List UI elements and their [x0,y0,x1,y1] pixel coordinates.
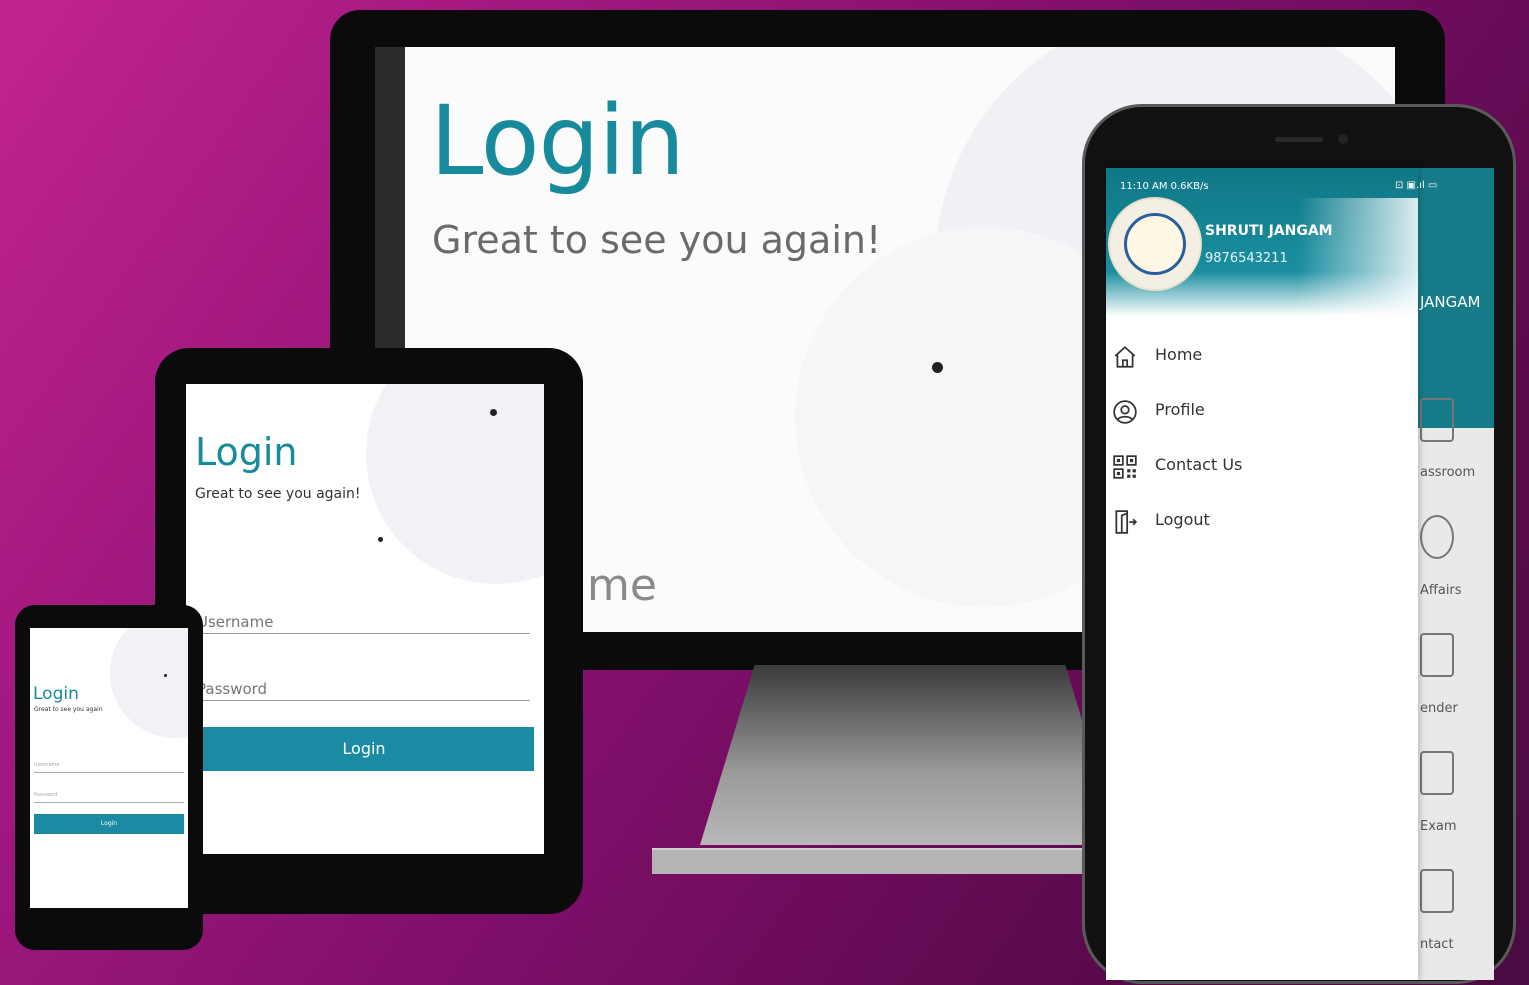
menu-item-logout[interactable]: Logout [1110,501,1410,541]
qr-code-icon [1113,455,1137,479]
menu-item-label: Home [1155,345,1203,364]
logout-icon [1115,510,1138,534]
phone-camera [1338,134,1348,144]
profile-icon [1113,400,1137,424]
menu-item-contact-us[interactable]: Contact Us [1110,446,1410,486]
decorative-dot [490,409,497,416]
menu-item-label: Profile [1155,400,1205,419]
calendar-icon [1420,633,1454,677]
tablet-password-input[interactable] [197,678,530,701]
status-bar-icons: ⊡ ▣.ıl ▭ [1395,180,1438,191]
tablet-login-button[interactable]: Login [194,727,534,771]
desktop-login-subtitle: Great to see you again! [432,218,882,262]
background-shape [366,384,544,584]
monitor-stand [700,665,1120,845]
background-app-item: assroom [1420,465,1476,480]
contact-icon [1420,869,1454,913]
background-app-item: ntact [1420,937,1454,952]
tablet-login-title: Login [195,430,298,474]
background-app-item: Exam [1420,819,1457,834]
desktop-login-title: Login [430,85,685,197]
small-phone-password-input[interactable]: Password [34,792,184,803]
tablet-login-subtitle: Great to see you again! [195,486,361,502]
current-affairs-icon [1420,515,1454,559]
menu-item-label: Logout [1155,510,1210,529]
menu-item-label: Contact Us [1155,455,1243,474]
decorative-dot [164,674,167,677]
background-app-item: Affairs [1420,583,1462,598]
menu-item-profile[interactable]: Profile [1110,391,1410,431]
small-phone-username-input[interactable]: Username [34,762,184,773]
small-phone-login-subtitle: Great to see you again [34,706,103,713]
logo-icon [1124,213,1186,275]
small-phone-login-title: Login [33,684,79,704]
small-phone-login-button[interactable]: Login [34,814,184,834]
background-app-item: ender [1420,701,1458,716]
background-app-name: JANGAM [1420,293,1481,311]
home-icon [1114,346,1136,368]
user-phone: 9876543211 [1205,251,1288,266]
user-name: SHRUTI JANGAM [1205,223,1333,239]
tablet-username-input[interactable] [197,611,530,634]
status-bar-time: 11:10 AM 0.6KB/s [1120,181,1209,192]
phone-speaker [1275,137,1323,142]
classroom-icon [1420,398,1454,442]
menu-item-home[interactable]: Home [1110,336,1410,376]
background-shape [110,628,188,738]
exam-icon [1420,751,1454,795]
decorative-dot [932,362,943,373]
decorative-dot [378,537,383,542]
